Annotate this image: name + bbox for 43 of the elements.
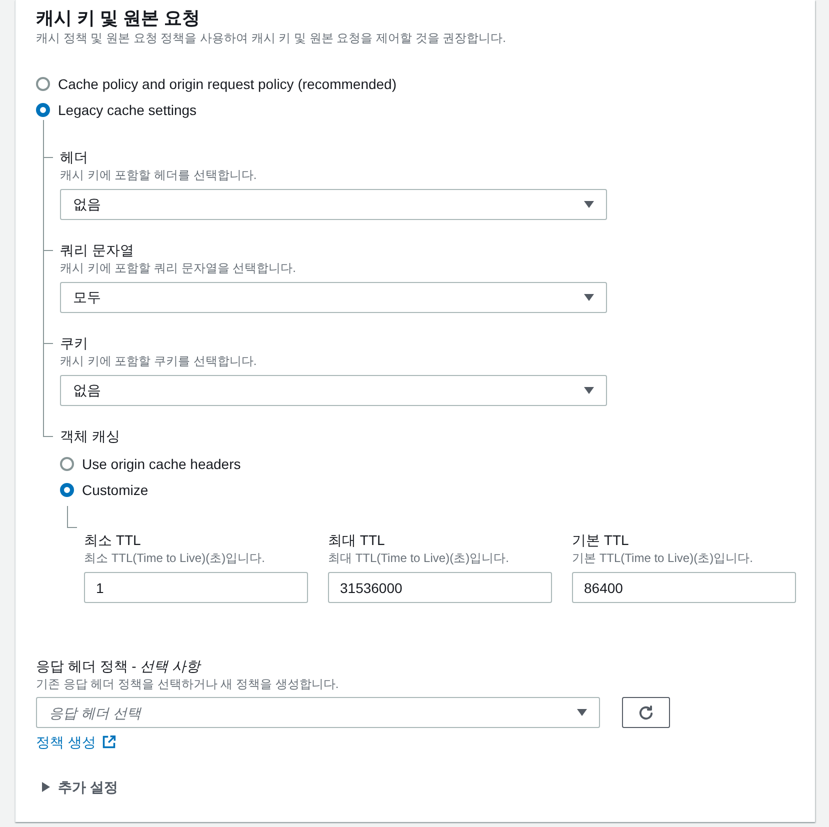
connector-line xyxy=(67,506,77,528)
radio-label[interactable]: Use origin cache headers xyxy=(82,454,241,474)
ttl-input[interactable]: 1 xyxy=(84,572,308,603)
radio-button[interactable] xyxy=(36,103,50,117)
refresh-button[interactable] xyxy=(622,697,670,728)
field-description: 캐시 키에 포함할 쿠키를 선택합니다. xyxy=(60,353,258,369)
create-policy-link[interactable]: 정책 생성 xyxy=(36,732,116,752)
section-description: 캐시 정책 및 원본 요청 정책을 사용하여 캐시 키 및 원본 요청을 제어할 것을 권장합니다. xyxy=(36,30,508,46)
radio-button[interactable] xyxy=(60,483,74,497)
select-field[interactable]: 응답 헤더 선택 xyxy=(36,697,600,728)
caret-icon xyxy=(584,294,594,301)
field-description: 최대 TTL(Time to Live)(초)입니다. xyxy=(328,550,510,566)
ttl-input[interactable]: 86400 xyxy=(572,572,796,603)
field-description: 기본 TTL(Time to Live)(초)입니다. xyxy=(572,550,754,566)
field-description: 최소 TTL(Time to Live)(초)입니다. xyxy=(84,550,266,566)
field-label: 객체 캐싱 xyxy=(60,427,121,446)
caret-icon xyxy=(577,709,587,716)
external-link-icon[interactable] xyxy=(102,735,116,749)
field-label: 헤더 xyxy=(60,148,89,167)
field-label: 최대 TTL xyxy=(328,531,386,550)
radio-button[interactable] xyxy=(60,457,74,471)
refresh-icon xyxy=(638,704,654,720)
select-field[interactable]: 모두 xyxy=(60,282,607,313)
field-label: 최소 TTL xyxy=(84,531,142,550)
radio-label[interactable]: Customize xyxy=(82,480,148,500)
radio-label[interactable]: Cache policy and origin request policy (recommended) xyxy=(58,74,397,94)
field-description: 기존 응답 헤더 정책을 선택하거나 새 정책을 생성합니다. xyxy=(36,676,340,692)
caret-right-icon[interactable] xyxy=(42,782,50,792)
caret-icon xyxy=(584,387,594,394)
field-label: 기본 TTL xyxy=(572,531,630,550)
caret-icon xyxy=(584,201,594,208)
select-field[interactable]: 없음 xyxy=(60,375,607,406)
field-label: 쿠키 xyxy=(60,334,89,353)
ttl-input[interactable]: 31536000 xyxy=(328,572,552,603)
field-label: 쿼리 문자열 xyxy=(60,241,135,260)
section-title: 캐시 키 및 원본 요청 xyxy=(36,7,202,30)
select-field[interactable]: 없음 xyxy=(60,189,607,220)
field-description: 캐시 키에 포함할 헤더를 선택합니다. xyxy=(60,167,258,183)
radio-label[interactable]: Legacy cache settings xyxy=(58,100,197,120)
expand-toggle[interactable]: 추가 설정 xyxy=(42,777,118,797)
radio-button[interactable] xyxy=(36,77,50,91)
field-label: 응답 헤더 정책 - 선택 사항 xyxy=(36,657,202,676)
field-description: 캐시 키에 포함할 쿼리 문자열을 선택합니다. xyxy=(60,260,298,276)
